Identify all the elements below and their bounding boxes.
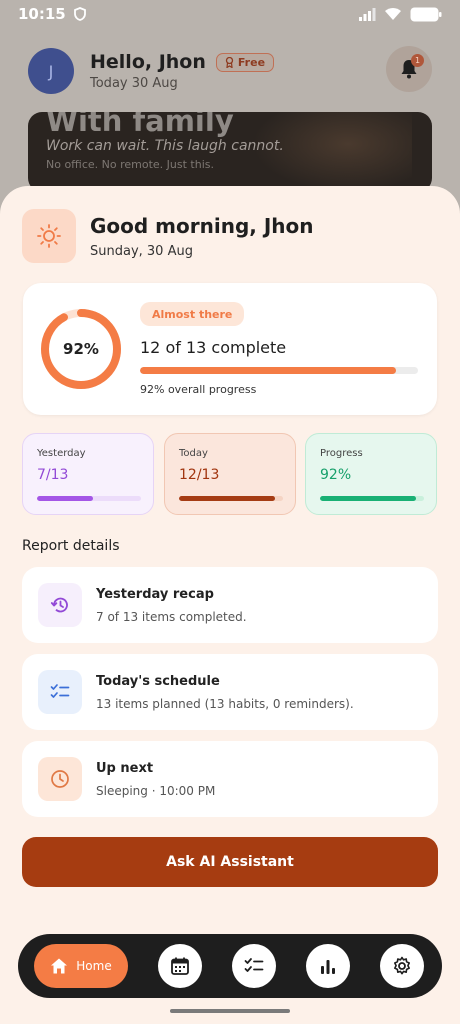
- nav-home[interactable]: Home: [34, 944, 128, 988]
- daily-report-sheet: Good morning, Jhon Sunday, 30 Aug 92% Al…: [0, 186, 460, 1024]
- home-header: J Hello, Jhon Free Today 30 Aug 1: [28, 46, 432, 96]
- report-yesterday-recap[interactable]: Yesterday recap 7 of 13 items completed.: [22, 567, 438, 643]
- sun-icon-box: [22, 209, 76, 263]
- stat-card-progress[interactable]: Progress 92%: [305, 433, 437, 515]
- greeting-date: Sunday, 30 Aug: [90, 243, 193, 259]
- home-icon: [51, 958, 68, 974]
- home-indicator[interactable]: [170, 1009, 290, 1013]
- overall-progress-fill: [140, 367, 396, 374]
- notifications-button[interactable]: 1: [386, 46, 432, 92]
- status-bar: 10:15: [0, 0, 460, 28]
- status-time: 10:15: [18, 5, 66, 23]
- overall-progress-bar: [140, 367, 418, 374]
- stat-label: Progress: [320, 448, 363, 459]
- history-icon-box: [38, 583, 82, 627]
- header-greeting: Hello, Jhon: [90, 51, 206, 73]
- ask-ai-assistant-button[interactable]: Ask AI Assistant: [22, 837, 438, 887]
- progress-percent: 92%: [63, 340, 99, 358]
- photo-card-subtitle: Work can wait. This laugh cannot.: [46, 138, 284, 154]
- sun-icon: [37, 224, 61, 248]
- nav-calendar[interactable]: [158, 944, 202, 988]
- notification-count-badge: 1: [411, 54, 424, 67]
- header-date: Today 30 Aug: [90, 76, 178, 91]
- status-indicators: [358, 7, 442, 22]
- nav-tasks[interactable]: [232, 944, 276, 988]
- header-title-row: Hello, Jhon Free: [90, 51, 275, 73]
- header-text: Hello, Jhon Free Today 30 Aug: [90, 51, 275, 91]
- clock-icon: [51, 770, 69, 788]
- shield-icon: [73, 7, 86, 21]
- calendar-icon: [171, 957, 189, 975]
- stat-value: 12/13: [179, 467, 220, 483]
- report-details-heading: Report details: [22, 538, 120, 554]
- stat-label: Today: [179, 448, 208, 459]
- report-title: Up next: [96, 760, 154, 776]
- wifi-icon: [385, 8, 401, 20]
- gear-icon: [394, 956, 410, 975]
- greeting-title: Good morning, Jhon: [90, 213, 314, 238]
- stat-value: 92%: [320, 467, 352, 483]
- bar-chart-icon: [321, 960, 335, 974]
- report-subtitle: Sleeping · 10:00 PM: [96, 783, 216, 798]
- bottom-nav: Home: [18, 934, 442, 998]
- battery-icon: [410, 7, 442, 21]
- report-todays-schedule[interactable]: Today's schedule 13 items planned (13 ha…: [22, 654, 438, 730]
- almost-there-badge: Almost there: [140, 302, 245, 326]
- checklist-icon: [50, 684, 70, 698]
- plan-badge: Free: [215, 52, 275, 72]
- stat-card-today[interactable]: Today 12/13: [164, 433, 296, 515]
- photo-card-title: With family: [46, 112, 234, 138]
- overall-progress-text: 92% overall progress: [140, 383, 257, 396]
- photo-card-caption: No office. No remote. Just this.: [46, 158, 214, 171]
- checklist-icon: [244, 958, 264, 972]
- nav-settings[interactable]: [380, 944, 424, 988]
- report-title: Yesterday recap: [96, 586, 214, 602]
- stat-value: 7/13: [37, 467, 69, 483]
- avatar[interactable]: J: [28, 48, 74, 94]
- report-up-next[interactable]: Up next Sleeping · 10:00 PM: [22, 741, 438, 817]
- history-icon: [50, 597, 68, 613]
- clock-icon-box: [38, 757, 82, 801]
- sheet-greeting: Good morning, Jhon Sunday, 30 Aug: [22, 208, 438, 264]
- report-text: Today's schedule 13 items planned (13 ha…: [96, 674, 354, 711]
- report-text: Up next Sleeping · 10:00 PM: [96, 761, 215, 798]
- featured-photo-card[interactable]: With family Work can wait. This laugh ca…: [28, 112, 432, 192]
- nav-stats[interactable]: [306, 944, 350, 988]
- greeting-text: Good morning, Jhon Sunday, 30 Aug: [90, 214, 314, 259]
- nav-home-label: Home: [76, 959, 112, 973]
- stat-card-yesterday[interactable]: Yesterday 7/13: [22, 433, 154, 515]
- report-subtitle: 7 of 13 items completed.: [96, 609, 247, 624]
- stat-progress-bar: [179, 496, 283, 501]
- stat-label: Yesterday: [37, 448, 86, 459]
- report-subtitle: 13 items planned (13 habits, 0 reminders…: [96, 696, 354, 711]
- ribbon-icon: [225, 56, 234, 68]
- plan-badge-label: Free: [237, 55, 266, 69]
- progress-card: 92% Almost there 12 of 13 complete 92% o…: [23, 283, 437, 415]
- report-text: Yesterday recap 7 of 13 items completed.: [96, 587, 247, 624]
- stat-progress-bar: [320, 496, 424, 501]
- stat-progress-fill: [37, 496, 94, 501]
- stat-progress-bar: [37, 496, 141, 501]
- stat-progress-fill: [320, 496, 416, 501]
- signal-icon: [359, 8, 376, 21]
- stat-progress-fill: [179, 496, 275, 501]
- checklist-icon-box: [38, 670, 82, 714]
- complete-count: 12 of 13 complete: [140, 338, 287, 357]
- report-title: Today's schedule: [96, 673, 220, 689]
